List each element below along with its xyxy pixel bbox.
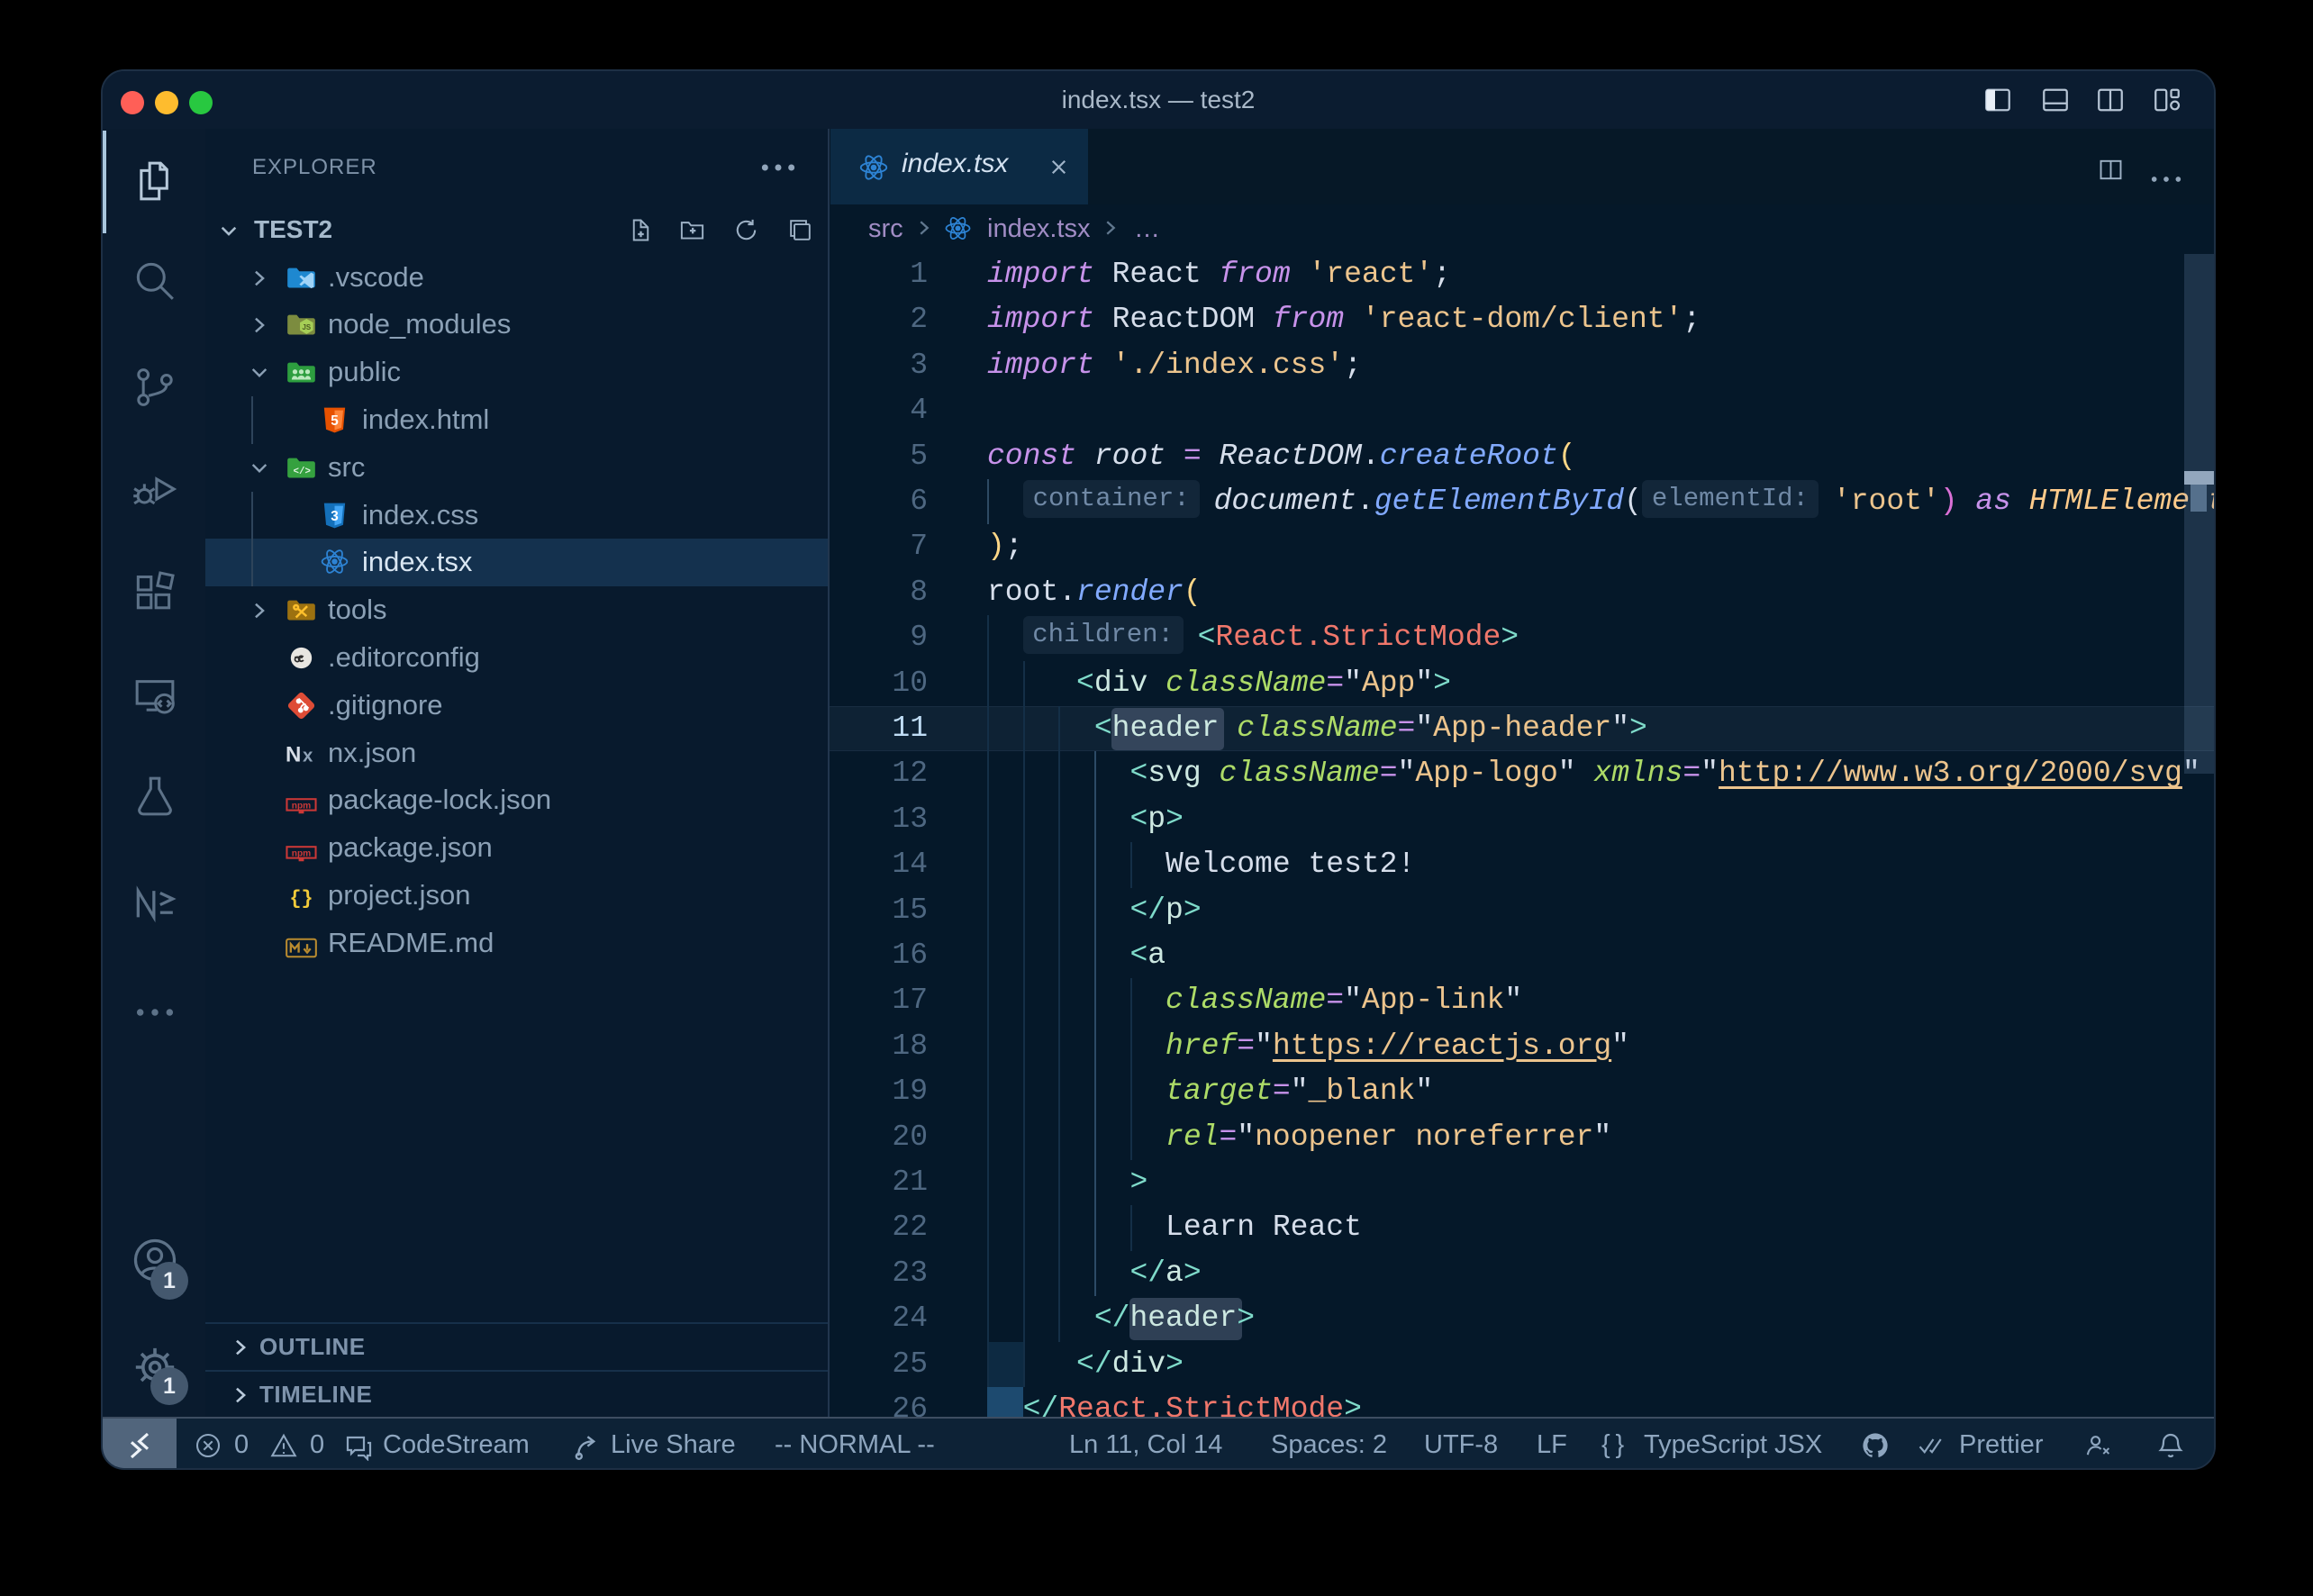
- svg-text:{}: {}: [289, 887, 313, 910]
- svg-text:</>: </>: [294, 467, 311, 477]
- svg-text:npm: npm: [292, 802, 312, 812]
- svg-text:3: 3: [331, 509, 339, 524]
- svg-text:JS: JS: [303, 323, 312, 331]
- svg-text:x: x: [303, 746, 313, 766]
- svg-text:N: N: [286, 742, 301, 766]
- svg-text:npm: npm: [292, 849, 312, 859]
- svg-text:5: 5: [331, 413, 339, 429]
